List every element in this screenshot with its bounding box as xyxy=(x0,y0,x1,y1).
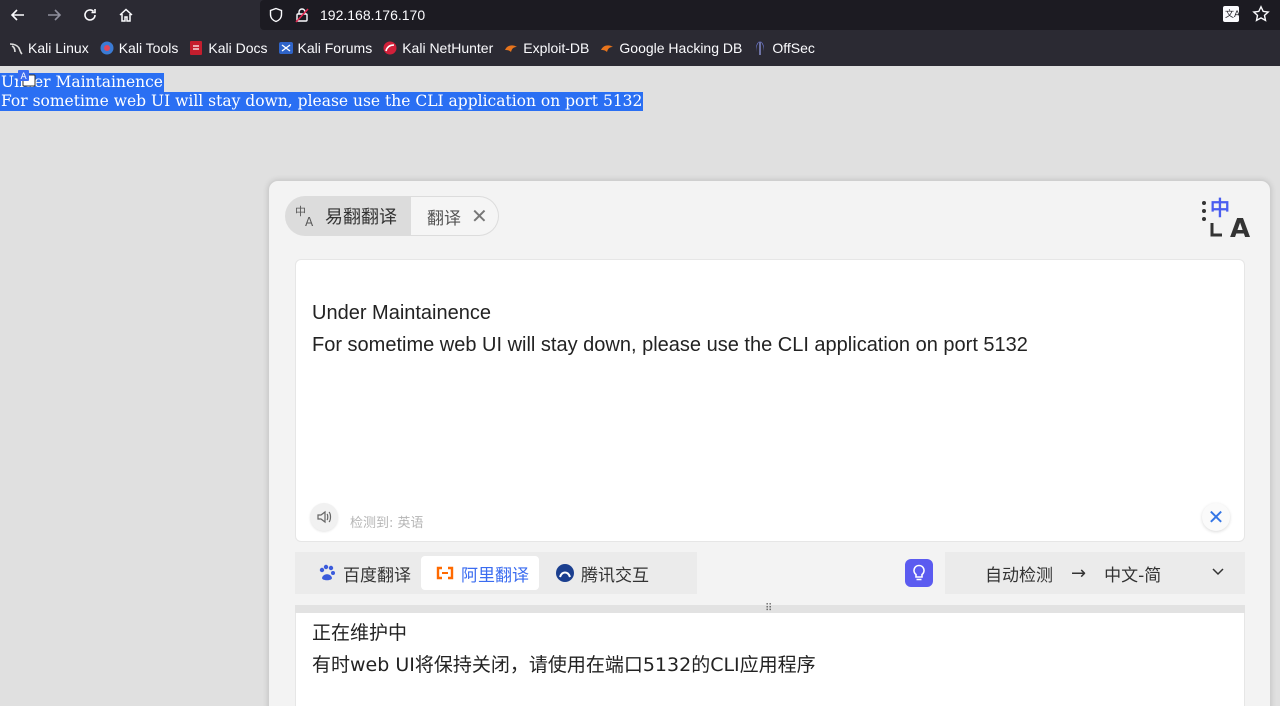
reload-button[interactable] xyxy=(72,0,108,30)
source-text[interactable]: Under Maintainence For sometime web UI w… xyxy=(312,297,1028,361)
ghdb-icon xyxy=(601,45,614,52)
url-bar[interactable]: 192.168.176.170 文A xyxy=(260,0,1280,30)
translation-engines: 百度翻译 阿里翻译 腾讯交互 xyxy=(295,552,697,594)
chevron-down-icon[interactable] xyxy=(1211,564,1225,578)
svg-text:A: A xyxy=(1230,214,1250,241)
translation-output-box: 正在维护中 有时web UI将保持关闭，请使用在端口5132的CLI应用程序 xyxy=(295,613,1245,706)
source-language[interactable]: 自动检测 xyxy=(985,561,1053,586)
bookmarks-bar: Kali Linux Kali Tools Kali Docs Kali For… xyxy=(0,30,1280,66)
svg-text:文A: 文A xyxy=(1225,8,1240,20)
close-icon: ✕ xyxy=(1207,505,1225,529)
language-selector[interactable]: 自动检测 → 中文-简 xyxy=(945,552,1245,594)
baidu-paw-icon xyxy=(319,564,335,581)
kali-docs-icon xyxy=(190,41,203,55)
aliyun-logo-icon xyxy=(436,566,454,580)
back-button[interactable] xyxy=(0,0,36,30)
kali-forums-icon xyxy=(278,42,293,54)
engine-tencent[interactable]: 腾讯交互 xyxy=(539,556,659,590)
insecure-lock-icon[interactable] xyxy=(294,7,310,23)
offsec-icon xyxy=(756,41,765,55)
arrow-right-icon: → xyxy=(1071,562,1087,584)
translator-brand-logo-icon: 中 A xyxy=(1202,196,1250,241)
shield-icon[interactable] xyxy=(268,7,284,23)
exploit-db-icon xyxy=(505,45,518,52)
translate-logo-icon: 中 A xyxy=(295,205,314,228)
target-language[interactable]: 中文-简 xyxy=(1104,561,1161,586)
clear-source-button[interactable]: ✕ xyxy=(1202,503,1230,531)
page-content: Under Maintainence For sometime web UI w… xyxy=(0,66,1280,706)
kali-nethunter-icon xyxy=(383,41,397,55)
engine-aliyun[interactable]: 阿里翻译 xyxy=(421,556,539,590)
source-text-box[interactable]: Under Maintainence For sometime web UI w… xyxy=(295,259,1245,542)
translator-popup: 中 A 易翻翻译 翻译 ✕ 中 A Under Maintainence For… xyxy=(268,180,1271,706)
reload-icon xyxy=(84,9,96,21)
translator-tabs: 中 A 易翻翻译 翻译 ✕ xyxy=(285,196,499,236)
tab-translate[interactable]: 翻译 ✕ xyxy=(411,196,499,236)
svg-text:A: A xyxy=(305,215,314,228)
arrow-right-icon xyxy=(48,9,62,21)
maintenance-message: For sometime web UI will stay down, plea… xyxy=(0,92,644,111)
tab-yifan-translate[interactable]: 中 A 易翻翻译 xyxy=(285,196,411,236)
speak-source-button[interactable] xyxy=(310,503,338,531)
svg-text:中: 中 xyxy=(1210,196,1230,220)
translation-output: 正在维护中 有时web UI将保持关闭，请使用在端口5132的CLI应用程序 xyxy=(312,622,816,676)
bookmark-kali-docs[interactable]: Kali Docs xyxy=(184,30,273,66)
bookmark-google-hacking-db[interactable]: Google Hacking DB xyxy=(595,30,748,66)
forward-button[interactable] xyxy=(36,0,72,30)
bookmark-kali-forums[interactable]: Kali Forums xyxy=(274,30,379,66)
url-text[interactable]: 192.168.176.170 xyxy=(320,7,425,23)
svg-text:A: A xyxy=(21,72,28,82)
bookmark-exploit-db[interactable]: Exploit-DB xyxy=(499,30,595,66)
star-bookmark-icon[interactable] xyxy=(1252,5,1270,23)
detected-language: 检测到: 英语 xyxy=(350,516,424,531)
engine-baidu[interactable]: 百度翻译 xyxy=(301,556,421,590)
speaker-icon xyxy=(317,510,332,524)
home-icon xyxy=(119,8,133,22)
close-tab-icon[interactable]: ✕ xyxy=(471,204,488,228)
drag-handle-icon[interactable]: ⠿ xyxy=(765,604,772,614)
bookmark-kali-linux[interactable]: Kali Linux xyxy=(4,30,95,66)
translate-page-icon[interactable]: 文A xyxy=(1222,5,1240,23)
home-button[interactable] xyxy=(108,0,144,30)
bookmark-kali-nethunter[interactable]: Kali NetHunter xyxy=(378,30,499,66)
browser-toolbar: 192.168.176.170 文A xyxy=(0,0,1280,30)
lightbulb-icon xyxy=(913,564,925,581)
kali-dragon-icon xyxy=(9,43,23,55)
tencent-logo-icon xyxy=(556,564,574,582)
bookmark-kali-tools[interactable]: Kali Tools xyxy=(95,30,185,66)
translate-popup-trigger-icon[interactable]: A xyxy=(17,69,37,89)
kali-tools-icon xyxy=(100,41,114,55)
bookmark-offsec[interactable]: OffSec xyxy=(748,30,821,66)
arrow-left-icon xyxy=(10,9,24,21)
tips-button[interactable] xyxy=(905,559,933,587)
